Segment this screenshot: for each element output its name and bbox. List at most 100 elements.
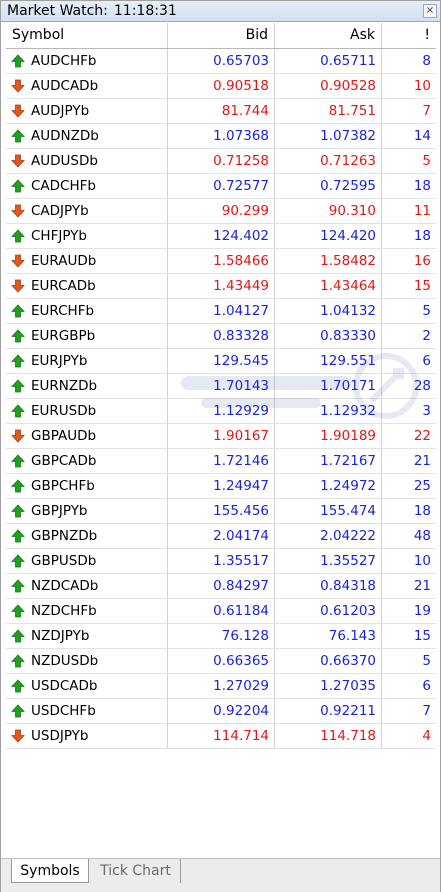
ask-price: 129.551 — [275, 349, 382, 373]
spread-value: 21 — [413, 578, 431, 594]
red-down-arrow-icon — [11, 79, 25, 93]
window-title-label: Market Watch: — [7, 3, 108, 19]
tab-tick-chart[interactable]: Tick Chart — [91, 859, 181, 883]
table-row[interactable]: NZDCADb 0.84297 0.84318 21 — [6, 574, 436, 599]
spread-value: 14 — [413, 128, 431, 144]
bid-price: 129.545 — [168, 349, 275, 373]
table-row[interactable]: USDCHFb 0.92204 0.92211 7 — [6, 699, 436, 724]
table-row[interactable]: CADCHFb 0.72577 0.72595 18 — [6, 174, 436, 199]
table-row[interactable]: AUDCADb 0.90518 0.90528 10 — [6, 74, 436, 99]
table-row[interactable]: NZDCHFb 0.61184 0.61203 19 — [6, 599, 436, 624]
spread-value: 3 — [422, 403, 431, 419]
ask-price: 0.72595 — [275, 174, 382, 198]
symbol-name: EURJPYb — [31, 353, 88, 369]
table-row[interactable]: EURGBPb 0.83328 0.83330 2 — [6, 324, 436, 349]
table-row[interactable]: EURUSDb 1.12929 1.12932 3 — [6, 399, 436, 424]
bid-price: 1.35517 — [168, 549, 275, 573]
green-up-arrow-icon — [11, 404, 25, 418]
spread-value: 21 — [413, 453, 431, 469]
bid-price: 155.456 — [168, 499, 275, 523]
ask-price: 124.420 — [275, 224, 382, 248]
ask-price: 155.474 — [275, 499, 382, 523]
symbol-cell: GBPUSDb — [6, 549, 168, 573]
symbol-name: GBPCHFb — [31, 478, 95, 494]
bid-price: 0.66365 — [168, 649, 275, 673]
symbol-cell: CADCHFb — [6, 174, 168, 198]
table-row[interactable]: EURCHFb 1.04127 1.04132 5 — [6, 299, 436, 324]
table-row[interactable]: EURNZDb 1.70143 1.70171 28 — [6, 374, 436, 399]
symbol-name: AUDUSDb — [31, 153, 98, 169]
table-row[interactable]: AUDUSDb 0.71258 0.71263 5 — [6, 149, 436, 174]
table-row[interactable]: AUDJPYb 81.744 81.751 7 — [6, 99, 436, 124]
bid-price: 76.128 — [168, 624, 275, 648]
column-header-symbol[interactable]: Symbol — [6, 23, 168, 48]
close-icon[interactable]: × — [423, 4, 437, 18]
symbol-cell: NZDCHFb — [6, 599, 168, 623]
spread-value: 16 — [413, 253, 431, 269]
tab-symbols[interactable]: Symbols — [11, 859, 89, 883]
table-row[interactable]: GBPCHFb 1.24947 1.24972 25 — [6, 474, 436, 499]
symbol-cell: AUDJPYb — [6, 99, 168, 123]
green-up-arrow-icon — [11, 554, 25, 568]
table-row[interactable]: NZDUSDb 0.66365 0.66370 5 — [6, 649, 436, 674]
table-row[interactable]: EURAUDb 1.58466 1.58482 16 — [6, 249, 436, 274]
table-row[interactable]: GBPUSDb 1.35517 1.35527 10 — [6, 549, 436, 574]
symbol-cell: NZDCADb — [6, 574, 168, 598]
symbol-name: NZDUSDb — [31, 653, 99, 669]
column-header-spread[interactable]: ! — [382, 23, 436, 48]
spread-value: 18 — [413, 228, 431, 244]
table-row[interactable]: GBPNZDb 2.04174 2.04222 48 — [6, 524, 436, 549]
bid-price: 0.84297 — [168, 574, 275, 598]
column-header-ask[interactable]: Ask — [275, 23, 382, 48]
spread-value: 19 — [413, 603, 431, 619]
column-header-bid[interactable]: Bid — [168, 23, 275, 48]
symbol-cell: EURUSDb — [6, 399, 168, 423]
symbol-name: AUDCADb — [31, 78, 99, 94]
green-up-arrow-icon — [11, 179, 25, 193]
ask-price: 1.27035 — [275, 674, 382, 698]
symbol-cell: AUDNZDb — [6, 124, 168, 148]
table-row[interactable]: AUDCHFb 0.65703 0.65711 8 — [6, 49, 436, 74]
spread-value: 18 — [413, 178, 431, 194]
green-up-arrow-icon — [11, 454, 25, 468]
ask-price: 81.751 — [275, 99, 382, 123]
symbol-cell: EURJPYb — [6, 349, 168, 373]
symbol-cell: GBPJPYb — [6, 499, 168, 523]
table-row[interactable]: USDJPYb 114.714 114.718 4 — [6, 724, 436, 749]
symbol-name: EURAUDb — [31, 253, 97, 269]
green-up-arrow-icon — [11, 229, 25, 243]
symbol-cell: USDCHFb — [6, 699, 168, 723]
ask-price: 1.04132 — [275, 299, 382, 323]
ask-price: 1.43464 — [275, 274, 382, 298]
table-row[interactable]: USDCADb 1.27029 1.27035 6 — [6, 674, 436, 699]
ask-price: 1.58482 — [275, 249, 382, 273]
symbol-name: CHFJPYb — [31, 228, 87, 244]
spread-value: 15 — [413, 278, 431, 294]
symbol-name: USDCADb — [31, 678, 98, 694]
table-row[interactable]: CADJPYb 90.299 90.310 11 — [6, 199, 436, 224]
table-row[interactable]: GBPJPYb 155.456 155.474 18 — [6, 499, 436, 524]
table-row[interactable]: CHFJPYb 124.402 124.420 18 — [6, 224, 436, 249]
spread-value: 6 — [422, 353, 431, 369]
symbol-name: AUDNZDb — [31, 128, 99, 144]
green-up-arrow-icon — [11, 304, 25, 318]
table-row[interactable]: AUDNZDb 1.07368 1.07382 14 — [6, 124, 436, 149]
title-bar[interactable]: Market Watch: 11:18:31 × — [1, 1, 440, 22]
table-row[interactable]: EURJPYb 129.545 129.551 6 — [6, 349, 436, 374]
symbol-name: EURNZDb — [31, 378, 98, 394]
table-row[interactable]: GBPCADb 1.72146 1.72167 21 — [6, 449, 436, 474]
table-row[interactable]: EURCADb 1.43449 1.43464 15 — [6, 274, 436, 299]
symbol-cell: GBPNZDb — [6, 524, 168, 548]
green-up-arrow-icon — [11, 704, 25, 718]
ask-price: 114.718 — [275, 724, 382, 748]
table-row[interactable]: NZDJPYb 76.128 76.143 15 — [6, 624, 436, 649]
symbol-name: USDJPYb — [31, 728, 89, 744]
bid-price: 124.402 — [168, 224, 275, 248]
table-row[interactable]: GBPAUDb 1.90167 1.90189 22 — [6, 424, 436, 449]
bid-price: 0.90518 — [168, 74, 275, 98]
red-down-arrow-icon — [11, 429, 25, 443]
symbol-name: EURGBPb — [31, 328, 96, 344]
tab-bar: Symbols Tick Chart — [1, 858, 440, 892]
bid-price: 1.58466 — [168, 249, 275, 273]
server-time: 11:18:31 — [113, 3, 177, 19]
